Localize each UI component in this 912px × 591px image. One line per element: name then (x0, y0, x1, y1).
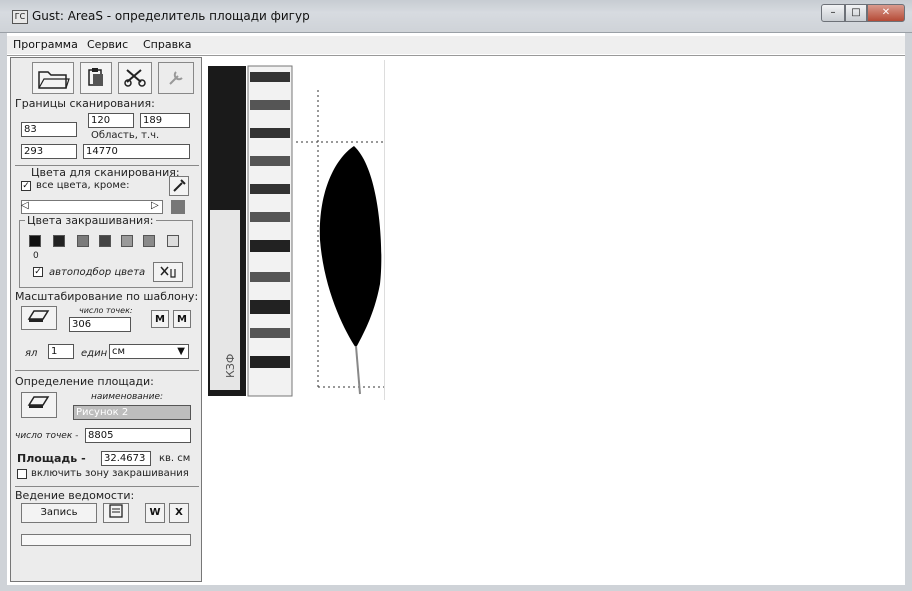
fill-small-value: 0 (33, 251, 39, 261)
minimize-button[interactable]: – (821, 4, 845, 22)
paste-button[interactable] (80, 62, 112, 94)
fill-color-swatch-6[interactable] (143, 235, 155, 247)
svg-text:КЗФ: КЗФ (224, 354, 237, 378)
area-heading: Определение площади: (15, 375, 154, 388)
window-title: Gust: AreaS - определитель площади фигур (32, 9, 310, 23)
clear-icon (160, 266, 176, 278)
menu-bar: Программа Сервис Справка (7, 36, 905, 54)
scale-unit-label: един (81, 348, 108, 359)
scan-top-field[interactable]: 120 (88, 113, 134, 128)
record-button[interactable]: Запись (21, 503, 97, 523)
scroll-left-icon[interactable]: ◁ (21, 200, 29, 211)
area-result-field[interactable]: 32.4673 (101, 451, 151, 466)
fill-color-swatch-5[interactable] (121, 235, 133, 247)
app-icon: ГС (12, 10, 28, 24)
area-points-count-label: число точек - (15, 431, 79, 441)
divider (15, 370, 199, 371)
area-unit-label: кв. см (159, 453, 191, 464)
export-word-button[interactable]: W (145, 503, 165, 523)
window-frame-left (0, 33, 7, 591)
scale-length-field[interactable]: 1 (48, 344, 74, 359)
eyedropper-icon (173, 179, 186, 192)
area-points-count-field[interactable]: 8805 (85, 428, 191, 443)
scale-points-label: число точек: (79, 306, 133, 315)
all-colors-label: все цвета, кроме: (36, 180, 130, 191)
area-points-label: Область, т.ч. (91, 130, 160, 141)
measure-area-button[interactable] (21, 392, 57, 418)
wrench-icon (169, 71, 183, 85)
auto-color-checkbox[interactable]: ✓ (33, 267, 43, 277)
mark-end-button[interactable]: M (173, 310, 191, 328)
fill-color-swatch-3[interactable] (77, 235, 89, 247)
menu-service[interactable]: Сервис (87, 38, 128, 51)
fill-colors-heading: Цвета закрашивания: (25, 214, 156, 227)
scale-length-label: ял (25, 348, 38, 359)
scan-preview: КЗФ (204, 60, 384, 400)
scroll-right-icon[interactable]: ▷ (151, 200, 159, 211)
document-icon (109, 504, 123, 518)
maximize-button[interactable]: □ (845, 4, 867, 22)
scale-unit-value: см (112, 346, 126, 357)
window-frame-right (905, 33, 912, 591)
scale-scan-button[interactable] (21, 306, 57, 330)
window-frame-bottom (0, 584, 912, 591)
color-preview-button[interactable] (171, 200, 185, 214)
fill-color-swatch-2[interactable] (53, 235, 65, 247)
open-folder-icon (38, 71, 70, 89)
menu-program[interactable]: Программа (13, 38, 78, 51)
scale-points-field[interactable]: 306 (69, 317, 131, 332)
control-panel: Границы сканирования: 120 189 83 Область… (10, 57, 202, 582)
scale-unit-select[interactable]: см ▼ (109, 344, 189, 359)
scanner-icon (27, 310, 50, 322)
clipboard-icon (88, 68, 103, 86)
fill-zone-label: включить зону закрашивания (31, 468, 189, 479)
scanned-image: КЗФ (204, 60, 385, 400)
area-result-label: Площадь - (17, 452, 86, 465)
area-name-field[interactable]: Рисунок 2 (73, 405, 191, 420)
scaling-heading: Масштабирование по шаблону: (15, 290, 199, 303)
fill-color-swatch-4[interactable] (99, 235, 111, 247)
records-heading: Ведение ведомости: (15, 489, 135, 502)
chevron-down-icon: ▼ (177, 346, 185, 357)
scissors-icon (124, 69, 146, 87)
scanner-icon (27, 396, 50, 408)
settings-button[interactable] (158, 62, 194, 94)
open-file-button[interactable] (32, 62, 74, 94)
export-excel-button[interactable]: X (169, 503, 189, 523)
scan-bounds-heading: Границы сканирования: (15, 97, 155, 110)
fill-color-swatch-7[interactable] (167, 235, 179, 247)
fill-color-swatch-1[interactable] (29, 235, 41, 247)
progress-bar (21, 534, 191, 546)
pick-color-button[interactable] (169, 176, 189, 196)
scan-right-field[interactable]: 189 (140, 113, 190, 128)
scan-left-field[interactable]: 83 (21, 122, 77, 137)
scan-colors-heading: Цвета для сканирования: (31, 166, 180, 179)
area-points-field[interactable]: 14770 (83, 144, 190, 159)
scan-bottom-field[interactable]: 293 (21, 144, 77, 159)
divider (15, 486, 199, 487)
close-button[interactable]: ✕ (867, 4, 905, 22)
menu-help[interactable]: Справка (143, 38, 191, 51)
color-scrollbar[interactable] (21, 200, 163, 214)
auto-color-label: автоподбор цвета (49, 267, 146, 278)
clear-fill-button[interactable] (153, 262, 183, 282)
cut-button[interactable] (118, 62, 152, 94)
fill-zone-checkbox[interactable] (17, 469, 27, 479)
area-name-label: наименование: (91, 392, 164, 402)
title-bar: ГС Gust: AreaS - определитель площади фи… (0, 0, 912, 33)
all-colors-checkbox[interactable]: ✓ (21, 181, 31, 191)
view-records-button[interactable] (103, 503, 129, 523)
mark-start-button[interactable]: M (151, 310, 169, 328)
